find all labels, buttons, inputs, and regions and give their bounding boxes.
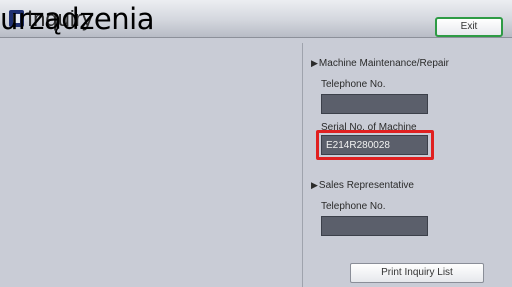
sales-telephone-label: Telephone No. <box>321 201 386 212</box>
contact-info-panel: ▶Machine Maintenance/Repair Telephone No… <box>303 43 512 287</box>
sales-heading: ▶Sales Representative <box>311 180 414 191</box>
header-bar: Inquiry urządzenia Exit <box>0 0 512 38</box>
sales-telephone-field <box>321 216 428 236</box>
left-panel <box>6 43 302 287</box>
maintenance-telephone-label: Telephone No. <box>321 79 386 90</box>
triangle-arrow-icon: ▶ <box>311 180 318 190</box>
serial-number-field: E214R280028 <box>321 135 428 155</box>
overlay-text: urządzenia <box>0 2 154 36</box>
maintenance-heading: ▶Machine Maintenance/Repair <box>311 58 449 69</box>
triangle-arrow-icon: ▶ <box>311 58 318 68</box>
maintenance-telephone-field <box>321 94 428 114</box>
sales-heading-label: Sales Representative <box>318 180 414 191</box>
exit-button[interactable]: Exit <box>435 17 503 37</box>
maintenance-heading-label: Machine Maintenance/Repair <box>318 58 449 69</box>
print-inquiry-list-button[interactable]: Print Inquiry List <box>350 263 484 283</box>
